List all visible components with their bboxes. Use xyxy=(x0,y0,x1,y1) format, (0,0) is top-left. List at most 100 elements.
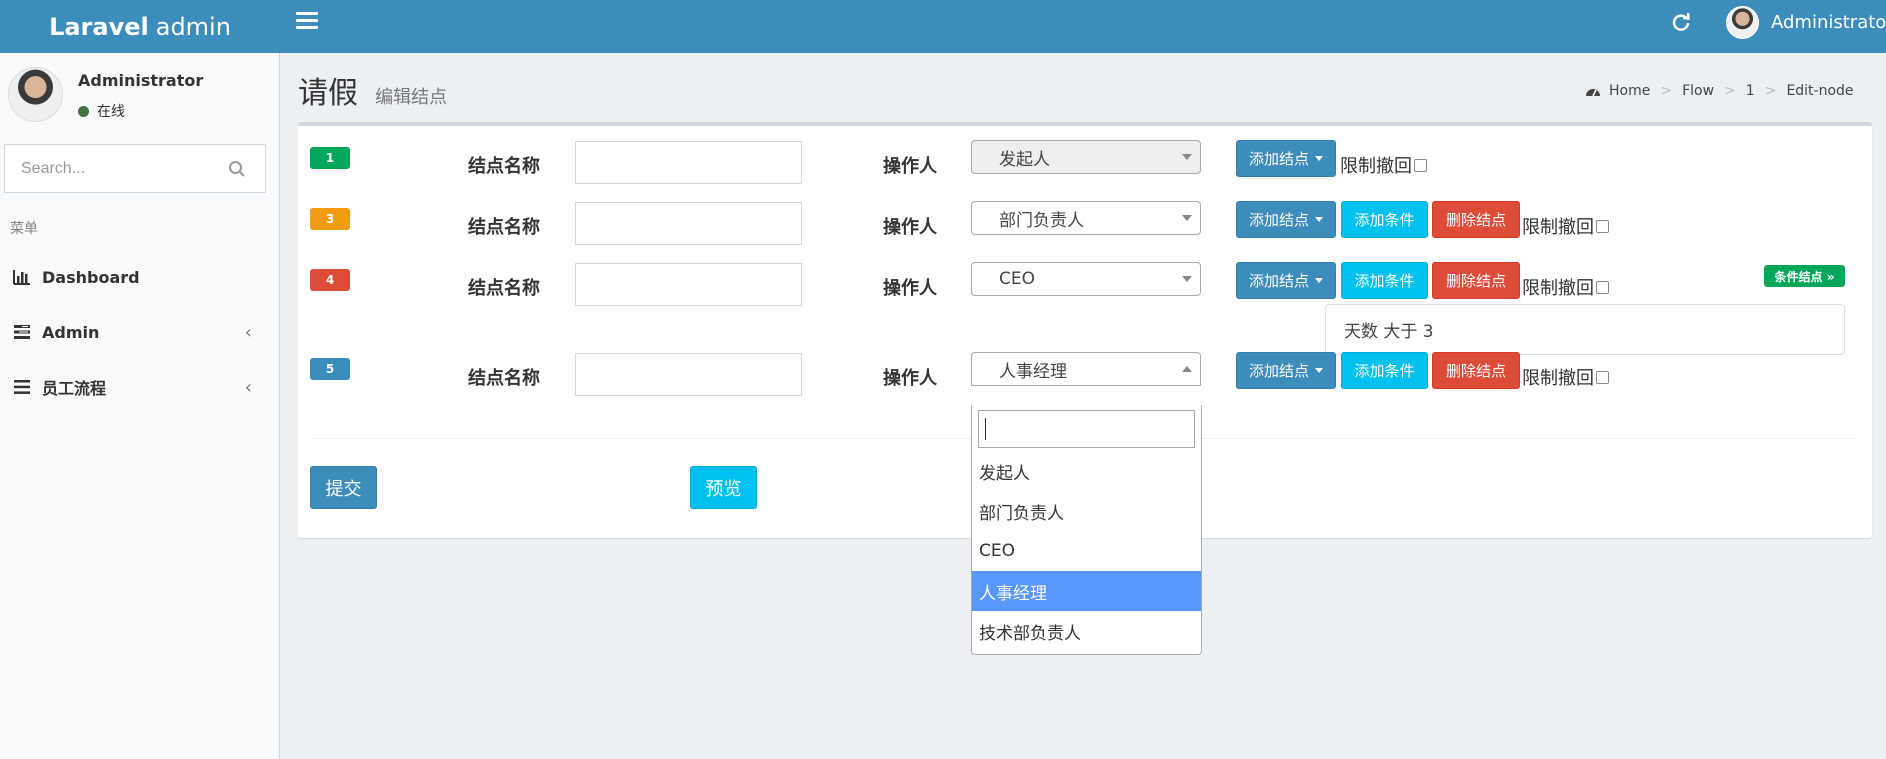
operator-value: 人事经理 xyxy=(999,361,1067,382)
menu-header: 菜单 xyxy=(10,221,38,237)
chevron-down-icon xyxy=(1182,276,1192,282)
sidebar-search xyxy=(4,144,266,193)
app-logo[interactable]: Laravel admin xyxy=(0,0,280,53)
limit-revoke-checkbox[interactable] xyxy=(1596,219,1609,233)
breadcrumb-separator: > xyxy=(1724,83,1736,99)
sidebar-user-name: Administrator xyxy=(78,71,204,90)
bars-icon xyxy=(14,380,30,394)
logo-bold: Laravel xyxy=(49,12,149,41)
add-condition-button[interactable]: 添加条件 xyxy=(1341,201,1428,238)
breadcrumb-home[interactable]: Home xyxy=(1609,83,1650,99)
node-name-input[interactable] xyxy=(575,353,802,396)
operator-select[interactable]: 人事经理 xyxy=(971,352,1201,386)
limit-revoke-checkbox[interactable] xyxy=(1414,158,1427,172)
breadcrumb-separator: > xyxy=(1660,83,1673,99)
dropdown-option[interactable]: 发起人 xyxy=(972,451,1201,491)
operator-label: 操作人 xyxy=(883,278,937,299)
search-icon[interactable] xyxy=(228,160,246,178)
operator-select: 发起人 xyxy=(971,140,1201,174)
caret-down-icon xyxy=(1315,217,1323,222)
delete-node-button[interactable]: 删除结点 xyxy=(1432,352,1520,389)
breadcrumb-separator: > xyxy=(1764,83,1777,99)
sidebar-item-workflow[interactable]: 员工流程 ‹ xyxy=(0,367,279,407)
chevron-down-icon xyxy=(1182,154,1192,160)
caret-down-icon xyxy=(1315,156,1323,161)
delete-node-button[interactable]: 删除结点 xyxy=(1432,262,1520,299)
avatar xyxy=(8,67,63,122)
operator-value: 发起人 xyxy=(999,149,1050,170)
online-dot-icon xyxy=(78,105,89,117)
sidebar-item-label: Admin xyxy=(42,322,100,342)
node-name-label: 结点名称 xyxy=(468,156,540,177)
condition-panel: 天数 大于 3 xyxy=(1325,304,1845,355)
delete-node-button[interactable]: 删除结点 xyxy=(1432,201,1520,238)
limit-revoke-label: 限制撤回 xyxy=(1522,368,1594,389)
limit-revoke-checkbox[interactable] xyxy=(1596,280,1609,294)
add-condition-button[interactable]: 添加条件 xyxy=(1341,262,1428,299)
add-node-button[interactable]: 添加结点 xyxy=(1236,201,1336,238)
limit-revoke-label: 限制撤回 xyxy=(1522,278,1594,299)
top-navbar: Laravel admin Administrator xyxy=(0,0,1886,53)
logo-light: admin xyxy=(155,12,231,41)
condition-node-toggle[interactable]: 条件结点 » xyxy=(1764,265,1845,287)
chevron-left-icon: ‹ xyxy=(244,376,252,398)
chevron-left-icon: ‹ xyxy=(244,321,252,343)
node-name-label: 结点名称 xyxy=(468,217,540,238)
node-name-input[interactable] xyxy=(575,141,802,184)
operator-label: 操作人 xyxy=(883,156,937,177)
user-status: 在线 xyxy=(78,101,125,121)
add-node-button[interactable]: 添加结点 xyxy=(1236,352,1336,389)
breadcrumb-flow[interactable]: Flow xyxy=(1682,83,1714,99)
page-subtitle: 编辑结点 xyxy=(375,87,448,108)
operator-dropdown: 发起人 部门负责人 CEO 人事经理 技术部负责人 xyxy=(971,405,1202,655)
search-input[interactable] xyxy=(5,159,220,178)
add-node-button[interactable]: 添加结点 xyxy=(1236,140,1336,177)
node-badge: 3 xyxy=(310,208,350,230)
limit-revoke-checkbox[interactable] xyxy=(1596,370,1609,384)
node-name-input[interactable] xyxy=(575,263,802,306)
user-menu[interactable]: Administrator xyxy=(1726,6,1886,39)
caret-down-icon xyxy=(1315,368,1323,373)
limit-revoke-label: 限制撤回 xyxy=(1522,217,1594,238)
operator-value: CEO xyxy=(999,269,1035,289)
breadcrumb-id[interactable]: 1 xyxy=(1746,83,1755,99)
sidebar-toggle-icon[interactable] xyxy=(296,12,318,32)
breadcrumb: Home > Flow > 1 > Edit-node xyxy=(1585,83,1854,99)
condition-text: 天数 大于 3 xyxy=(1344,322,1434,342)
sidebar: Administrator 在线 菜单 Dashboard xyxy=(0,53,280,759)
node-name-input[interactable] xyxy=(575,202,802,245)
limit-revoke-option: 限制撤回 xyxy=(1522,274,1609,300)
tasks-icon xyxy=(14,325,30,339)
add-node-button[interactable]: 添加结点 xyxy=(1236,262,1336,299)
content-header: 请假 编辑结点 xyxy=(298,68,447,112)
operator-select[interactable]: CEO xyxy=(971,262,1201,296)
refresh-icon[interactable] xyxy=(1672,9,1690,37)
operator-label: 操作人 xyxy=(883,217,937,238)
sidebar-item-admin[interactable]: Admin ‹ xyxy=(0,312,279,352)
sidebar-item-dashboard[interactable]: Dashboard xyxy=(0,257,279,297)
dropdown-search-input[interactable] xyxy=(978,410,1195,448)
preview-button[interactable]: 预览 xyxy=(690,466,757,509)
node-name-label: 结点名称 xyxy=(468,278,540,299)
chevron-up-icon xyxy=(1182,366,1192,372)
limit-revoke-label: 限制撤回 xyxy=(1340,156,1412,177)
sidebar-item-label: Dashboard xyxy=(42,267,140,287)
node-name-label: 结点名称 xyxy=(468,368,540,389)
chevron-down-icon xyxy=(1182,215,1192,221)
caret-down-icon xyxy=(1315,278,1323,283)
submit-button[interactable]: 提交 xyxy=(310,466,377,509)
operator-select[interactable]: 部门负责人 xyxy=(971,201,1201,235)
page-title: 请假 xyxy=(298,76,358,111)
dashboard-icon xyxy=(1586,89,1600,97)
operator-label: 操作人 xyxy=(883,368,937,389)
node-badge: 5 xyxy=(310,358,350,380)
bar-chart-icon xyxy=(13,270,30,285)
limit-revoke-option: 限制撤回 xyxy=(1522,364,1609,390)
dropdown-option[interactable]: 部门负责人 xyxy=(972,491,1201,531)
add-condition-button[interactable]: 添加条件 xyxy=(1341,352,1428,389)
user-status-label: 在线 xyxy=(97,104,125,120)
dropdown-option-selected[interactable]: 人事经理 xyxy=(972,571,1201,611)
dropdown-option[interactable]: CEO xyxy=(972,531,1201,571)
dropdown-option[interactable]: 技术部负责人 xyxy=(972,611,1201,651)
nav-user-name: Administrator xyxy=(1771,12,1886,33)
